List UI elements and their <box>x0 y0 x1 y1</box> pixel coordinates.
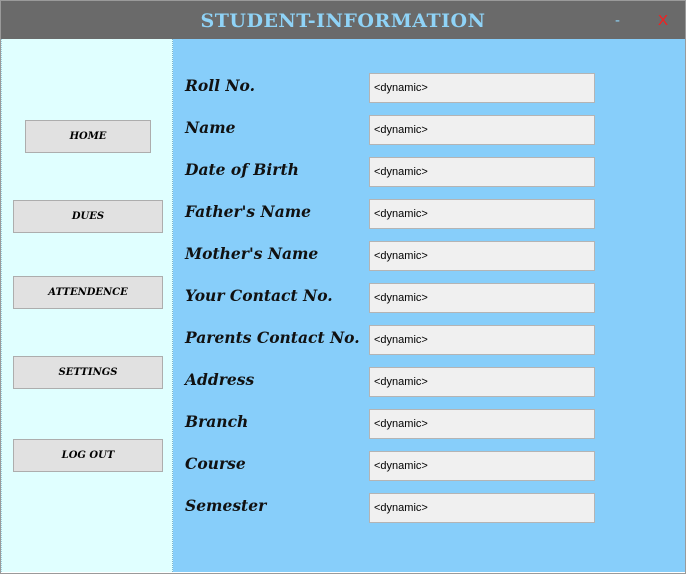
address-label: Address <box>185 370 255 389</box>
close-button[interactable]: X <box>658 11 668 31</box>
semester-field[interactable]: <dynamic> <box>369 493 595 523</box>
semester-label: Semester <box>185 496 267 515</box>
parents-contact-no-field[interactable]: <dynamic> <box>369 325 595 355</box>
date-of-birth-field[interactable]: <dynamic> <box>369 157 595 187</box>
branch-label: Branch <box>185 412 249 431</box>
address-field[interactable]: <dynamic> <box>369 367 595 397</box>
home-button[interactable]: HOME <box>25 120 151 153</box>
date-of-birth-label: Date of Birth <box>185 160 299 179</box>
attendence-button[interactable]: ATTENDENCE <box>13 276 163 309</box>
mothers-name-label: Mother's Name <box>185 244 319 263</box>
log-out-button[interactable]: LOG OUT <box>13 439 163 472</box>
course-field[interactable]: <dynamic> <box>369 451 595 481</box>
student-information-window: STUDENT-INFORMATION - X HOME DUES ATTEND… <box>0 0 686 574</box>
roll-no-field[interactable]: <dynamic> <box>369 73 595 103</box>
settings-button[interactable]: SETTINGS <box>13 356 163 389</box>
name-field[interactable]: <dynamic> <box>369 115 595 145</box>
parents-contact-no-label: Parents Contact No. <box>185 328 360 347</box>
mothers-name-field[interactable]: <dynamic> <box>369 241 595 271</box>
window-title: STUDENT-INFORMATION <box>200 10 486 32</box>
fathers-name-label: Father's Name <box>185 202 311 221</box>
title-bar[interactable]: STUDENT-INFORMATION - X <box>1 1 685 39</box>
course-label: Course <box>185 454 246 473</box>
your-contact-no-label: Your Contact No. <box>185 286 333 305</box>
student-details-panel: Roll No. <dynamic> Name <dynamic> Date o… <box>173 39 685 572</box>
dues-button[interactable]: DUES <box>13 200 163 233</box>
sidebar: HOME DUES ATTENDENCE SETTINGS LOG OUT <box>1 39 173 572</box>
roll-no-label: Roll No. <box>185 76 256 95</box>
name-label: Name <box>185 118 236 137</box>
fathers-name-field[interactable]: <dynamic> <box>369 199 595 229</box>
minimize-button[interactable]: - <box>615 11 620 31</box>
your-contact-no-field[interactable]: <dynamic> <box>369 283 595 313</box>
branch-field[interactable]: <dynamic> <box>369 409 595 439</box>
